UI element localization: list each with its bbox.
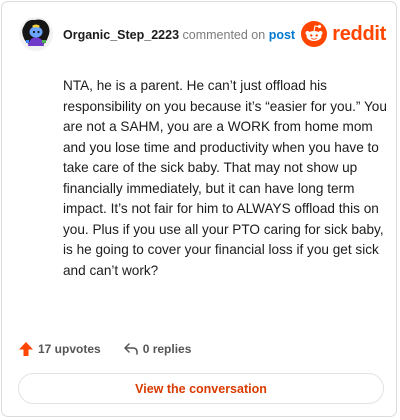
comment-body: NTA, he is a parent. He can’t just offlo…: [63, 78, 387, 278]
reddit-wordmark: reddit: [332, 22, 386, 45]
comment-stats: 17 upvotes 0 replies: [18, 339, 191, 359]
reply-arrow-icon: [123, 343, 138, 355]
username[interactable]: Organic_Step_2223: [63, 28, 179, 42]
comment-meta: Organic_Step_2223 commented on post: [63, 27, 295, 43]
upvotes-count: 17 upvotes: [38, 342, 101, 356]
comment-card: Organic_Step_2223 commented on post redd…: [1, 1, 397, 417]
post-link[interactable]: post: [269, 28, 295, 42]
view-conversation-button[interactable]: View the conversation: [18, 373, 384, 404]
reddit-logo[interactable]: reddit: [301, 20, 386, 48]
upvote-arrow-icon: [19, 342, 33, 356]
avatar-icon[interactable]: [18, 16, 54, 52]
comment-header: Organic_Step_2223 commented on post redd…: [18, 16, 386, 56]
action-text: commented on: [182, 28, 266, 42]
upvotes-stat[interactable]: 17 upvotes: [18, 341, 101, 357]
reddit-logo-icon: [301, 21, 328, 47]
replies-count: 0 replies: [142, 342, 192, 356]
replies-stat[interactable]: 0 replies: [123, 341, 192, 357]
